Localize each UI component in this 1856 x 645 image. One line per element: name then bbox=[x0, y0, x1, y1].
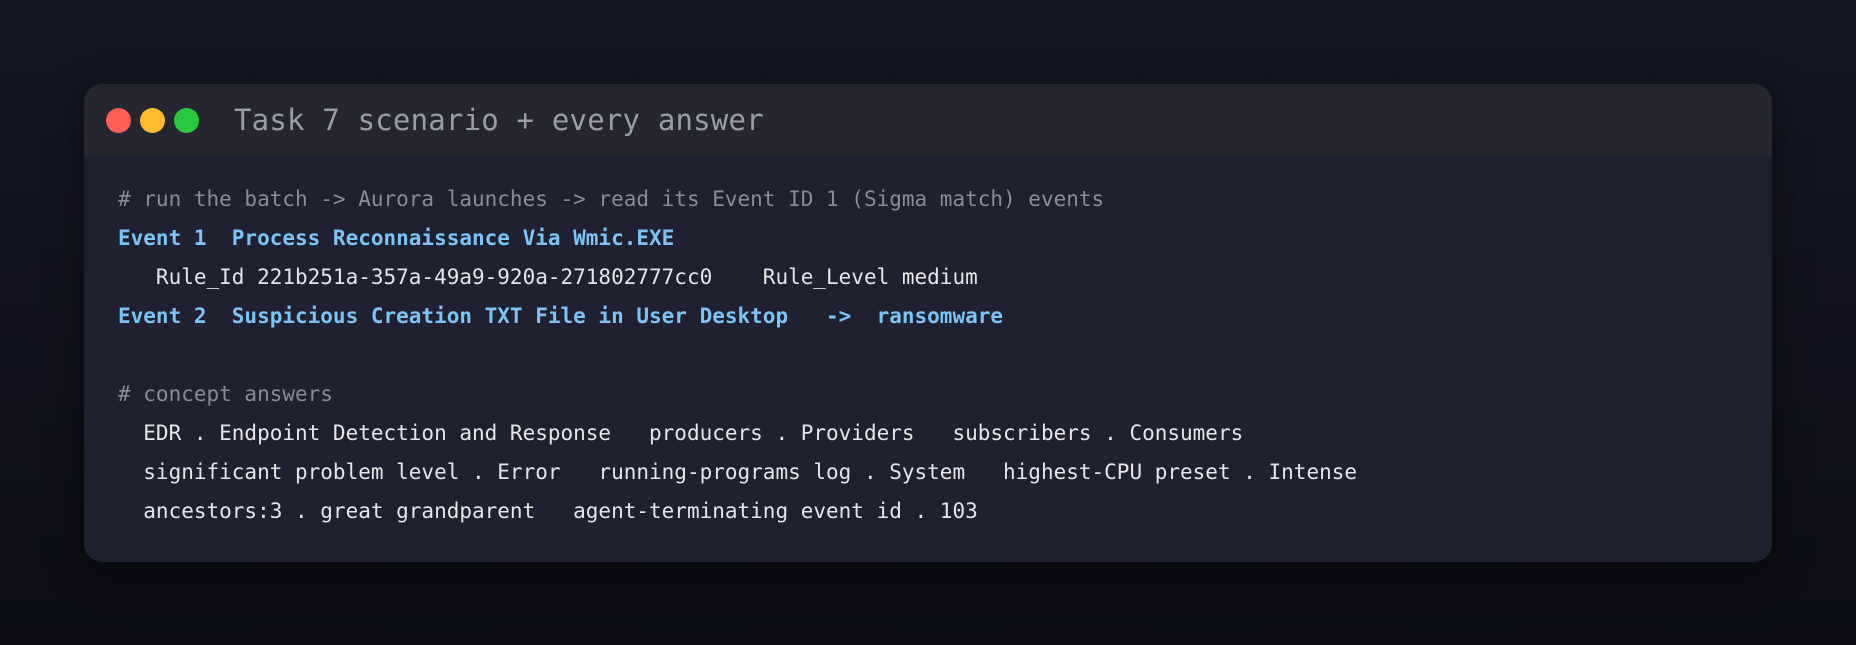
answers-line-3: ancestors:3 . great grandparent agent-te… bbox=[118, 499, 978, 523]
terminal-output: # run the batch -> Aurora launches -> re… bbox=[118, 180, 1752, 531]
answers-line-1: EDR . Endpoint Detection and Response pr… bbox=[118, 421, 1244, 445]
terminal-window: Task 7 scenario + every answer # run the… bbox=[84, 84, 1772, 562]
title-bar: Task 7 scenario + every answer bbox=[84, 84, 1772, 156]
answers-line-2: significant problem level . Error runnin… bbox=[118, 460, 1358, 484]
event-1-line: Event 1 Process Reconnaissance Via Wmic.… bbox=[118, 226, 675, 250]
maximize-button[interactable] bbox=[174, 108, 199, 133]
event-1-detail-line: Rule_Id 221b251a-357a-49a9-920a-27180277… bbox=[118, 265, 978, 289]
comment-line-concepts: # concept answers bbox=[118, 382, 333, 406]
minimize-button[interactable] bbox=[140, 108, 165, 133]
window-title: Task 7 scenario + every answer bbox=[234, 103, 764, 137]
comment-line-run: # run the batch -> Aurora launches -> re… bbox=[118, 187, 1105, 211]
close-button[interactable] bbox=[106, 108, 131, 133]
event-2-line: Event 2 Suspicious Creation TXT File in … bbox=[118, 304, 1004, 328]
